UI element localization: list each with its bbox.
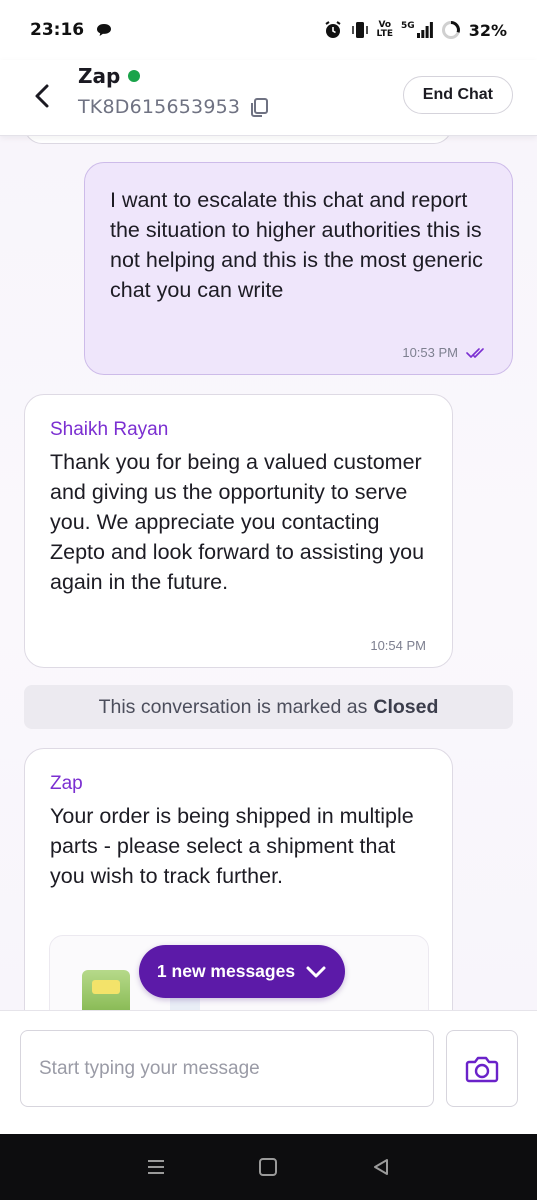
camera-icon: [465, 1056, 499, 1082]
battery-percent: 32%: [468, 20, 507, 40]
chat-messages-area[interactable]: I want to escalate this chat and report …: [0, 136, 537, 1010]
system-navigation-bar: [0, 1134, 537, 1200]
volte-indicator: Vo LTE: [376, 20, 394, 39]
previous-message-bubble: [24, 136, 452, 144]
vibrate-icon: [351, 22, 368, 38]
chevron-left-icon: [35, 84, 49, 108]
menu-icon: [148, 1160, 165, 1174]
back-button[interactable]: [28, 82, 56, 110]
home-square-icon: [259, 1158, 278, 1176]
back-nav-button[interactable]: [361, 1147, 401, 1187]
message-meta: 10:54 PM: [370, 638, 426, 653]
status-time: 23:16: [30, 20, 85, 40]
back-triangle-icon: [373, 1159, 388, 1175]
end-chat-button[interactable]: End Chat: [402, 76, 513, 114]
ticket-row: TK8D615653953: [78, 96, 270, 118]
chat-title: Zap: [78, 64, 121, 88]
agent-message-bubble: Shaikh Rayan Thank you for being a value…: [24, 394, 453, 668]
status-bar: 23:16 Vo LTE 5G 32%: [0, 0, 537, 60]
message-composer: [0, 1010, 537, 1134]
home-button[interactable]: [248, 1147, 288, 1187]
new-messages-button[interactable]: 1 new messages: [139, 945, 345, 998]
online-status-dot: [128, 70, 141, 82]
sender-name: Shaikh Rayan: [50, 419, 169, 440]
closed-status: Closed: [373, 695, 439, 718]
ticket-id: TK8D615653953: [78, 96, 241, 118]
message-input[interactable]: [20, 1030, 434, 1107]
outgoing-message-text: I want to escalate this chat and report …: [110, 188, 483, 302]
alarm-icon: [324, 21, 341, 38]
message-meta: 10:53 PM: [402, 345, 486, 360]
bot-message-text: Your order is being shipped in multiple …: [50, 804, 414, 888]
camera-button[interactable]: [446, 1030, 518, 1107]
chevron-down-icon: [306, 966, 326, 977]
conversation-closed-banner: This conversation is marked as Closed: [24, 685, 513, 729]
product-image: [82, 970, 130, 1010]
message-time: 10:53 PM: [402, 345, 458, 360]
agent-message-text: Thank you for being a valued customer an…: [50, 450, 425, 594]
copy-icon[interactable]: [248, 96, 270, 118]
new-messages-label: 1 new messages: [156, 961, 296, 981]
recent-apps-button[interactable]: [136, 1147, 176, 1187]
chat-header: Zap TK8D615653953 End Chat: [0, 60, 537, 136]
message-time: 10:54 PM: [370, 638, 426, 653]
header-title-row: Zap: [78, 64, 141, 88]
outgoing-message-bubble: I want to escalate this chat and report …: [84, 162, 513, 375]
signal-icon: 5G: [401, 22, 433, 38]
sender-name: Zap: [50, 773, 83, 794]
battery-ring-icon: [441, 21, 460, 39]
double-check-icon: [466, 347, 484, 358]
chat-notification-icon: [97, 24, 112, 36]
status-icons: Vo LTE 5G 32%: [323, 20, 507, 40]
